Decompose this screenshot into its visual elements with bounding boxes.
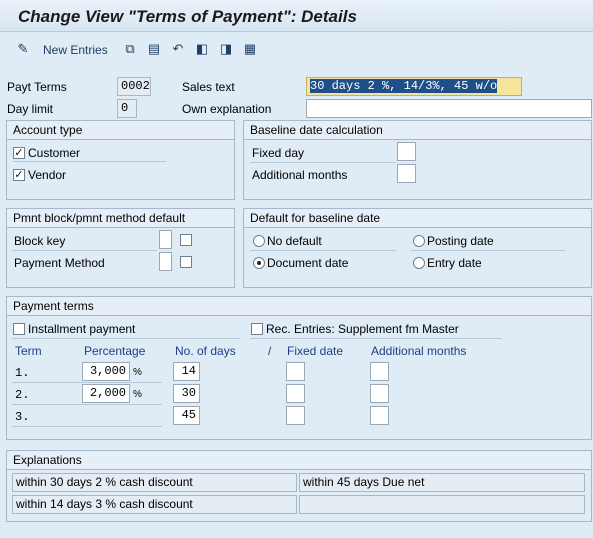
additional-months-input[interactable] [370, 406, 389, 425]
percentage-input[interactable]: 3,000 [82, 362, 130, 381]
rec-entries-checkbox[interactable] [251, 323, 263, 335]
day-limit-label: Day limit [7, 102, 54, 116]
separator [12, 338, 240, 339]
explanation-cell: within 45 days Due net [299, 473, 585, 492]
explanation-cell [299, 495, 585, 514]
glasses-edit-icon[interactable]: ✎ [15, 41, 31, 57]
additional-months-input[interactable] [397, 164, 416, 183]
no-default-label: No default [267, 234, 322, 248]
customer-label: Customer [28, 146, 81, 160]
additional-months-input[interactable] [370, 384, 389, 403]
entry-date-label: Entry date [427, 256, 482, 270]
days-input[interactable]: 14 [173, 362, 200, 381]
payment-method-label: Payment Method [14, 256, 105, 270]
block-key-input[interactable] [159, 230, 172, 249]
fixed-day-input[interactable] [397, 142, 416, 161]
separator [13, 161, 166, 162]
term-number: 1. [15, 366, 30, 380]
separator [12, 250, 157, 251]
default-baseline-title: Default for baseline date [244, 209, 591, 228]
page-title: Change View "Terms of Payment": Details [18, 7, 357, 26]
block-key-label: Block key [14, 234, 66, 248]
own-explanation-input[interactable] [306, 99, 592, 118]
additional-months-input[interactable] [370, 362, 389, 381]
explanation-cell: within 30 days 2 % cash discount [12, 473, 297, 492]
block-key-checkbox[interactable] [180, 234, 192, 246]
sales-text-input[interactable]: 30 days 2 %, 14/3%, 45 w/o [306, 77, 522, 96]
document-date-radio[interactable] [253, 257, 265, 269]
payment-method-checkbox[interactable] [180, 256, 192, 268]
term-number: 3. [15, 410, 30, 424]
percentage-header: Percentage [84, 344, 146, 358]
delete-icon[interactable]: ▤ [146, 41, 162, 57]
fixed-date-header: Fixed date [287, 344, 344, 358]
account-type-group: Account type [6, 120, 235, 200]
fixed-date-input[interactable] [286, 384, 305, 403]
pmnt-block-title: Pmnt block/pmnt method default [7, 209, 234, 228]
own-explanation-label: Own explanation [182, 102, 272, 116]
term-header: Term [15, 344, 42, 358]
separator [411, 250, 565, 251]
days-input[interactable]: 30 [173, 384, 200, 403]
prev-entry-icon[interactable]: ◧ [194, 41, 210, 57]
no-default-radio[interactable] [253, 235, 265, 247]
customer-checkbox[interactable]: ✓ [13, 147, 25, 159]
additional-months-label: Additional months [252, 168, 348, 182]
separator [12, 426, 162, 427]
days-input[interactable]: 45 [173, 406, 200, 425]
separator [12, 404, 162, 405]
fixed-day-label: Fixed day [252, 146, 305, 160]
no-of-days-header: No. of days [175, 344, 236, 358]
separator [250, 162, 396, 163]
day-limit-field: 0 [117, 99, 137, 118]
slash-header: / [268, 344, 272, 358]
percent-sign: % [133, 367, 142, 378]
payt-terms-label: Payt Terms [7, 80, 67, 94]
entry-date-radio[interactable] [413, 257, 425, 269]
vendor-label: Vendor [28, 168, 67, 182]
undo-icon[interactable]: ↶ [170, 41, 186, 57]
copy-icon[interactable]: ⧉ [122, 41, 138, 57]
next-entry-icon[interactable]: ◨ [218, 41, 234, 57]
percent-sign: % [133, 389, 142, 400]
baseline-calc-title: Baseline date calculation [244, 121, 591, 140]
separator [250, 250, 396, 251]
installment-label: Installment payment [28, 322, 136, 336]
document-date-label: Document date [267, 256, 349, 270]
pmnt-block-group: Pmnt block/pmnt method default [6, 208, 235, 288]
payment-terms-title: Payment terms [7, 297, 591, 316]
fixed-date-input[interactable] [286, 362, 305, 381]
additional-months-header: Additional months [371, 344, 467, 358]
payt-terms-field: 0002 [117, 77, 151, 96]
separator [12, 382, 162, 383]
explanations-title: Explanations [7, 451, 591, 470]
sales-text-label: Sales text [182, 80, 235, 94]
installment-checkbox[interactable] [13, 323, 25, 335]
baseline-calc-group: Baseline date calculation [243, 120, 592, 200]
posting-date-radio[interactable] [413, 235, 425, 247]
rec-entries-label: Rec. Entries: Supplement fm Master [266, 322, 459, 336]
new-entries-button[interactable]: New Entries [43, 43, 108, 57]
explanation-cell: within 14 days 3 % cash discount [12, 495, 297, 514]
account-type-title: Account type [7, 121, 234, 140]
fixed-date-input[interactable] [286, 406, 305, 425]
vendor-checkbox[interactable]: ✓ [13, 169, 25, 181]
payment-method-input[interactable] [159, 252, 172, 271]
posting-date-label: Posting date [427, 234, 494, 248]
separator [250, 338, 502, 339]
percentage-input[interactable]: 2,000 [82, 384, 130, 403]
default-baseline-group: Default for baseline date [243, 208, 592, 288]
term-number: 2. [15, 388, 30, 402]
other-entry-icon[interactable]: ▦ [242, 41, 258, 57]
